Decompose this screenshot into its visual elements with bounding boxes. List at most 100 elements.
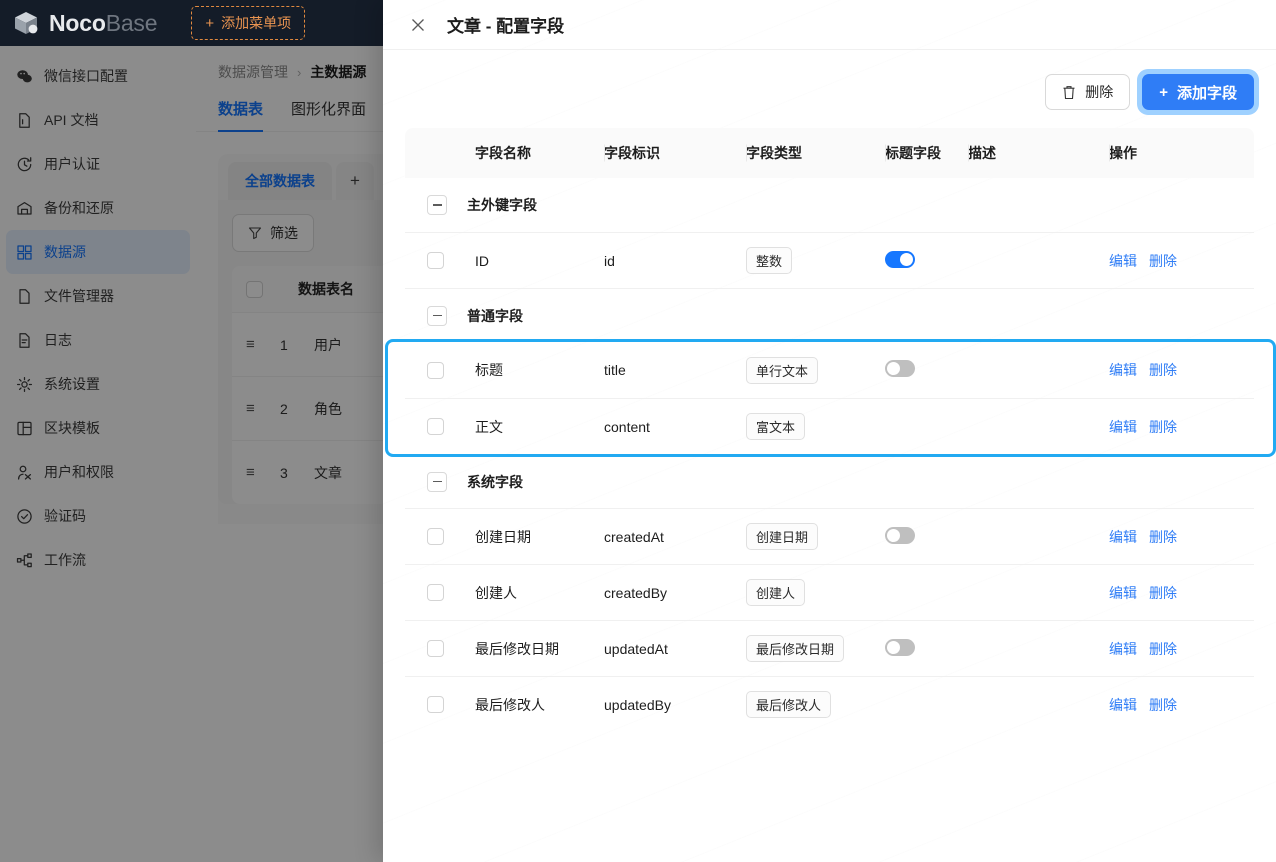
row-checkbox-cell[interactable] <box>405 640 467 657</box>
column-header-field-key: 字段标识 <box>604 143 746 163</box>
field-key: id <box>604 252 615 269</box>
row-checkbox[interactable] <box>427 584 444 601</box>
fields-table-body: 主外键字段 ID id 整数 编辑 删除 普通字段 标题 title 单行文本 编辑 删除 正文 cont… <box>385 178 1276 732</box>
row-checkbox-cell[interactable] <box>405 584 467 601</box>
title-field-toggle[interactable] <box>885 360 915 377</box>
drawer-body: 删除 + 添加字段 字段名称 字段标识 字段类型 标题字段 描述 操作 主外键字… <box>383 50 1276 862</box>
edit-link[interactable]: 编辑 <box>1109 583 1137 603</box>
fields-table-header: 字段名称 字段标识 字段类型 标题字段 描述 操作 <box>405 128 1254 178</box>
field-group-label: 普通字段 <box>467 307 523 324</box>
add-menu-item-label: 添加菜单项 <box>221 15 292 31</box>
field-type-tag: 富文本 <box>746 413 806 440</box>
row-checkbox-cell[interactable] <box>405 361 467 379</box>
row-actions: 编辑 删除 <box>1109 251 1254 271</box>
row-checkbox-cell[interactable] <box>405 528 467 545</box>
field-row[interactable]: 最后修改人 updatedBy 最后修改人 编辑 删除 <box>405 676 1254 732</box>
row-actions: 编辑 删除 <box>1109 527 1254 547</box>
field-row[interactable]: 标题 title 单行文本 编辑 删除 <box>405 342 1254 398</box>
edit-link[interactable]: 编辑 <box>1109 695 1137 715</box>
field-name: 创建人 <box>475 584 517 601</box>
collapse-minus-icon[interactable] <box>427 471 447 492</box>
column-header-actions: 操作 <box>1109 143 1254 163</box>
delete-link[interactable]: 删除 <box>1149 417 1177 437</box>
field-name: 正文 <box>475 418 503 435</box>
field-type-tag: 创建人 <box>746 579 806 606</box>
field-name: ID <box>475 252 489 269</box>
column-header-description: 描述 <box>968 143 1109 163</box>
field-group-header[interactable]: 主外键字段 <box>405 178 1254 232</box>
field-name: 最后修改人 <box>475 696 545 713</box>
field-group-header[interactable]: 系统字段 <box>405 454 1254 508</box>
field-type-cell: 单行文本 <box>746 356 885 384</box>
edit-link[interactable]: 编辑 <box>1109 639 1137 659</box>
add-menu-item-button[interactable]: + 添加菜单项 <box>191 6 306 40</box>
close-icon[interactable] <box>409 16 427 34</box>
delete-link[interactable]: 删除 <box>1149 695 1177 715</box>
app-root: NocoBase + 添加菜单项 微信接口配置 API 文档 用户认证 备份和还原 数据… <box>0 0 1276 862</box>
edit-link[interactable]: 编辑 <box>1109 527 1137 547</box>
edit-link[interactable]: 编辑 <box>1109 360 1137 380</box>
plus-icon: + <box>205 14 215 32</box>
field-group-label: 系统字段 <box>467 473 523 490</box>
add-field-button[interactable]: + 添加字段 <box>1142 74 1254 110</box>
field-row[interactable]: ID id 整数 编辑 删除 <box>405 232 1254 288</box>
title-field-toggle[interactable] <box>885 638 915 656</box>
configure-fields-drawer: 文章 - 配置字段 删除 + 添加字段 字段名称 字段标识 字段类型 标题字段 … <box>383 0 1276 862</box>
collapse-minus-icon[interactable] <box>427 305 447 326</box>
title-field-cell <box>885 638 968 659</box>
drawer-mask[interactable] <box>0 46 383 862</box>
field-key: updatedBy <box>604 696 671 713</box>
field-key: createdAt <box>604 528 664 545</box>
row-checkbox[interactable] <box>427 361 444 379</box>
row-checkbox[interactable] <box>427 528 444 545</box>
row-actions: 编辑 删除 <box>1109 639 1254 659</box>
title-field-cell <box>885 526 968 547</box>
field-type-cell: 整数 <box>746 247 885 274</box>
row-actions: 编辑 删除 <box>1109 417 1254 437</box>
collapse-minus-icon[interactable] <box>427 195 447 215</box>
row-checkbox-cell[interactable] <box>405 418 467 435</box>
delete-link[interactable]: 删除 <box>1149 583 1177 603</box>
delete-button-label: 删除 <box>1085 84 1114 100</box>
app-logo[interactable]: NocoBase <box>14 9 158 36</box>
delete-button[interactable]: 删除 <box>1045 74 1131 110</box>
field-type-cell: 创建日期 <box>746 523 885 550</box>
field-key: title <box>604 362 626 378</box>
row-actions: 编辑 删除 <box>1109 695 1254 715</box>
highlighted-field-group: 标题 title 单行文本 编辑 删除 正文 content 富文本 编辑 删除 <box>385 339 1276 457</box>
field-name: 最后修改日期 <box>475 640 559 657</box>
field-group-header[interactable]: 普通字段 <box>405 288 1254 342</box>
field-type-cell: 最后修改日期 <box>746 635 885 662</box>
title-field-toggle[interactable] <box>885 250 915 268</box>
delete-link[interactable]: 删除 <box>1149 527 1177 547</box>
edit-link[interactable]: 编辑 <box>1109 251 1137 271</box>
delete-link[interactable]: 删除 <box>1149 639 1177 659</box>
field-row[interactable]: 最后修改日期 updatedAt 最后修改日期 编辑 删除 <box>405 620 1254 676</box>
row-checkbox[interactable] <box>427 418 444 435</box>
logo-base: Base <box>105 9 158 36</box>
row-checkbox[interactable] <box>427 252 444 269</box>
title-field-cell <box>885 250 968 271</box>
field-row[interactable]: 创建人 createdBy 创建人 编辑 删除 <box>405 564 1254 620</box>
trash-icon <box>1063 85 1075 99</box>
delete-link[interactable]: 删除 <box>1149 360 1177 380</box>
field-type-tag: 创建日期 <box>746 523 819 550</box>
logo-noco: Noco <box>49 9 106 36</box>
field-row[interactable]: 正文 content 富文本 编辑 删除 <box>405 398 1254 454</box>
column-header-field-name: 字段名称 <box>475 145 531 161</box>
field-type-tag: 单行文本 <box>746 356 819 384</box>
field-name: 创建日期 <box>475 528 531 545</box>
row-checkbox[interactable] <box>427 640 444 657</box>
edit-link[interactable]: 编辑 <box>1109 417 1137 437</box>
field-key: content <box>604 418 650 435</box>
row-checkbox-cell[interactable] <box>405 252 467 269</box>
cube-logo-icon <box>15 12 38 34</box>
field-type-tag: 最后修改人 <box>746 691 832 718</box>
row-checkbox-cell[interactable] <box>405 696 467 713</box>
field-name: 标题 <box>475 362 503 378</box>
drawer-header: 文章 - 配置字段 <box>383 0 1276 50</box>
delete-link[interactable]: 删除 <box>1149 251 1177 271</box>
title-field-toggle[interactable] <box>885 526 915 544</box>
row-checkbox[interactable] <box>427 696 444 713</box>
field-row[interactable]: 创建日期 createdAt 创建日期 编辑 删除 <box>405 508 1254 564</box>
